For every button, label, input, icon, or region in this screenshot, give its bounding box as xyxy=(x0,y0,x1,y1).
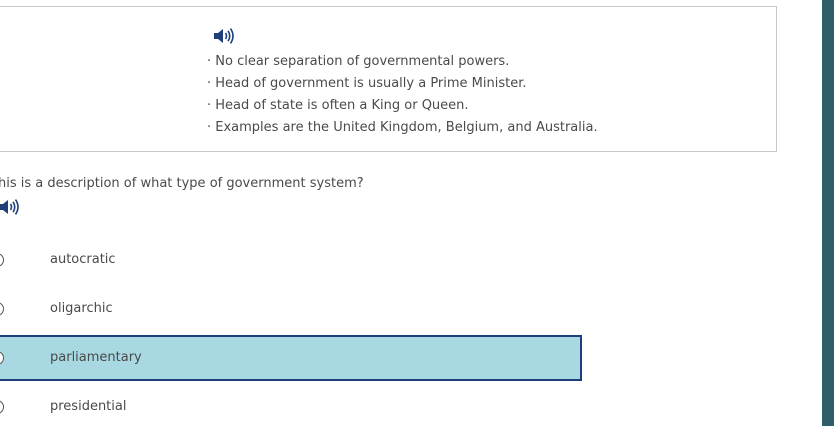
answer-option-autocratic[interactable]: autocratic xyxy=(0,237,582,283)
radio-button[interactable] xyxy=(0,253,4,267)
speaker-icon xyxy=(214,28,234,44)
passage-text: · No clear separation of governmental po… xyxy=(207,53,598,141)
speaker-icon xyxy=(0,199,19,215)
answer-label: oligarchic xyxy=(50,301,113,316)
radio-button[interactable] xyxy=(0,400,4,414)
question-audio-speaker-icon[interactable] xyxy=(0,198,20,216)
answer-option-oligarchic[interactable]: oligarchic xyxy=(0,286,582,332)
radio-button[interactable] xyxy=(0,302,4,316)
answer-label: presidential xyxy=(50,399,127,414)
passage-line: · No clear separation of governmental po… xyxy=(207,54,510,69)
passage-line: · Head of government is usually a Prime … xyxy=(207,76,527,91)
answer-option-parliamentary[interactable]: parliamentary xyxy=(0,335,582,381)
right-scroll-bar[interactable] xyxy=(822,0,834,426)
question-text: his is a description of what type of gov… xyxy=(0,176,364,191)
passage-line: · Head of state is often a King or Queen… xyxy=(207,98,469,113)
answer-option-presidential[interactable]: presidential xyxy=(0,384,582,430)
passage-audio-speaker-icon[interactable] xyxy=(213,27,235,45)
passage-line: · Examples are the United Kingdom, Belgi… xyxy=(207,120,598,135)
answer-label: parliamentary xyxy=(50,350,142,365)
radio-button[interactable] xyxy=(0,351,4,365)
answer-label: autocratic xyxy=(50,252,116,267)
